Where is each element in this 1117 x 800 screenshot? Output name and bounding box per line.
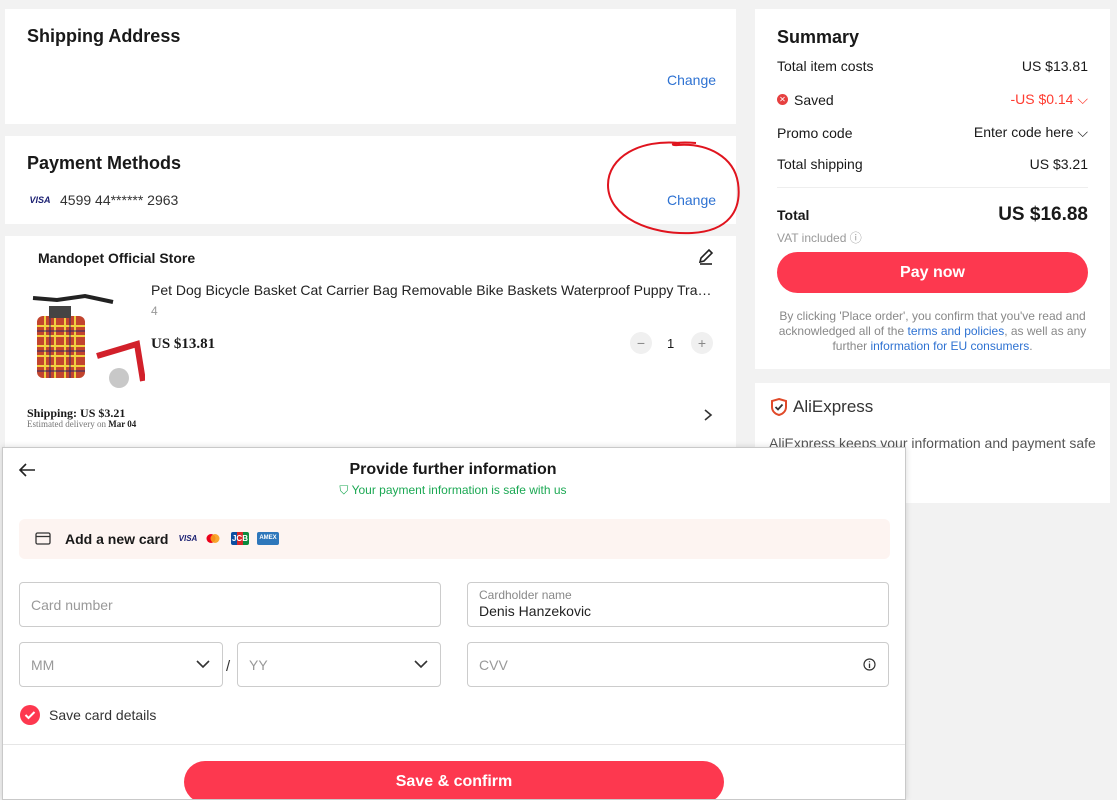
product-title[interactable]: Pet Dog Bicycle Basket Cat Carrier Bag R… [151,282,716,298]
promo-code-row[interactable]: Promo code Enter code here ⌵ [777,124,1088,141]
add-card-modal: Provide further information ⛉ Your payme… [2,447,906,800]
pay-now-button[interactable]: Pay now [777,252,1088,293]
add-new-card-label: Add a new card [65,531,169,547]
safe-note: ⛉ Your payment information is safe with … [339,483,567,497]
shipping-address-title: Shipping Address [27,26,181,46]
product-variant: 4 [151,304,158,318]
delivery-date: Mar 04 [108,419,137,429]
chevron-down-icon [196,660,210,669]
shipping-change-link[interactable]: Change [667,72,716,88]
date-separator: / [226,658,231,675]
total-item-costs-label: Total item costs [777,58,874,74]
store-order-section: Mandopet Official Store Pet Dog Bicycle … [5,236,736,466]
total-label: Total [777,207,810,223]
quantity-decrease-button[interactable]: − [630,332,652,354]
card-number-input[interactable]: Card number [19,582,441,627]
quantity-value: 1 [667,336,675,351]
save-confirm-button[interactable]: Save & confirm [184,761,724,799]
summary-title: Summary [777,27,860,47]
save-card-checkbox[interactable] [20,705,40,725]
modal-title: Provide further information [349,461,557,478]
visa-icon: VISA [29,195,51,205]
total-item-costs-value: US $13.81 [1021,58,1088,74]
cvv-input[interactable]: CVV [467,642,889,687]
total-shipping-value: US $3.21 [1029,156,1088,172]
payment-change-link[interactable]: Change [667,192,716,208]
modal-divider [3,744,905,745]
info-icon[interactable]: ⓘ [850,231,862,245]
shipping-address-section: Shipping Address Change [5,9,736,124]
store-name[interactable]: Mandopet Official Store [38,250,195,266]
expiry-year-select[interactable]: YY [237,642,441,687]
total-item-costs-row: Total item costs US $13.81 [777,58,1088,74]
edit-icon[interactable] [697,248,715,266]
summary-divider [777,187,1088,188]
add-new-card-option[interactable]: Add a new card VISA JCB AMEX [19,519,890,559]
product-image[interactable] [27,286,145,396]
saved-value: -US $0.14 ⌵ [1010,91,1088,107]
total-value: US $16.88 [998,204,1088,225]
checkmark-icon [24,711,36,720]
estimated-delivery: Estimated delivery on Mar 04 [27,419,136,429]
chevron-down-icon [414,660,428,669]
cardholder-name-value: Denis Hanzekovic [479,603,592,619]
card-icon [35,532,51,545]
chevron-right-icon[interactable] [702,408,714,422]
info-icon[interactable] [863,658,876,671]
shield-check-icon [771,397,787,417]
promo-code-label: Promo code [777,124,853,141]
eu-info-link[interactable]: information for EU consumers [870,339,1029,353]
jcb-icon: JCB [231,532,249,545]
vat-note: VAT included ⓘ [777,231,862,245]
legal-notice: By clicking 'Place order', you confirm t… [778,309,1087,353]
cardholder-name-input[interactable]: Cardholder name Denis Hanzekovic [467,582,889,627]
visa-icon: VISA [178,534,198,543]
saved-label: Saved [794,91,834,108]
saved-label-wrap: ✕ Saved [777,92,834,108]
order-summary: Summary Total item costs US $13.81 ✕ Sav… [755,9,1110,369]
product-price: US $13.81 [151,336,216,352]
discount-icon: ✕ [777,94,788,105]
delivery-prefix: Estimated delivery on [27,419,106,429]
payment-methods-title: Payment Methods [27,153,182,173]
quantity-increase-button[interactable]: + [691,332,713,354]
save-card-label[interactable]: Save card details [49,707,156,723]
shield-icon: ⛉ [339,483,349,497]
amex-icon: AMEX [257,532,279,545]
aliexpress-logo: AliExpress [769,397,873,417]
total-shipping-label: Total shipping [777,156,863,172]
mastercard-icon [205,532,221,545]
cardholder-name-label: Cardholder name [479,588,572,602]
terms-link[interactable]: terms and policies [908,324,1005,338]
card-number-masked: 4599 44****** 2963 [60,192,179,208]
chevron-down-icon: ⌵ [1077,91,1088,107]
payment-methods-section: Payment Methods VISA 4599 44****** 2963 … [5,136,736,224]
saved-row[interactable]: ✕ Saved -US $0.14 ⌵ [777,91,1088,108]
total-shipping-row: Total shipping US $3.21 [777,156,1088,172]
expiry-month-select[interactable]: MM [19,642,223,687]
promo-code-input[interactable]: Enter code here ⌵ [974,124,1088,141]
chevron-down-icon: ⌵ [1077,124,1088,140]
